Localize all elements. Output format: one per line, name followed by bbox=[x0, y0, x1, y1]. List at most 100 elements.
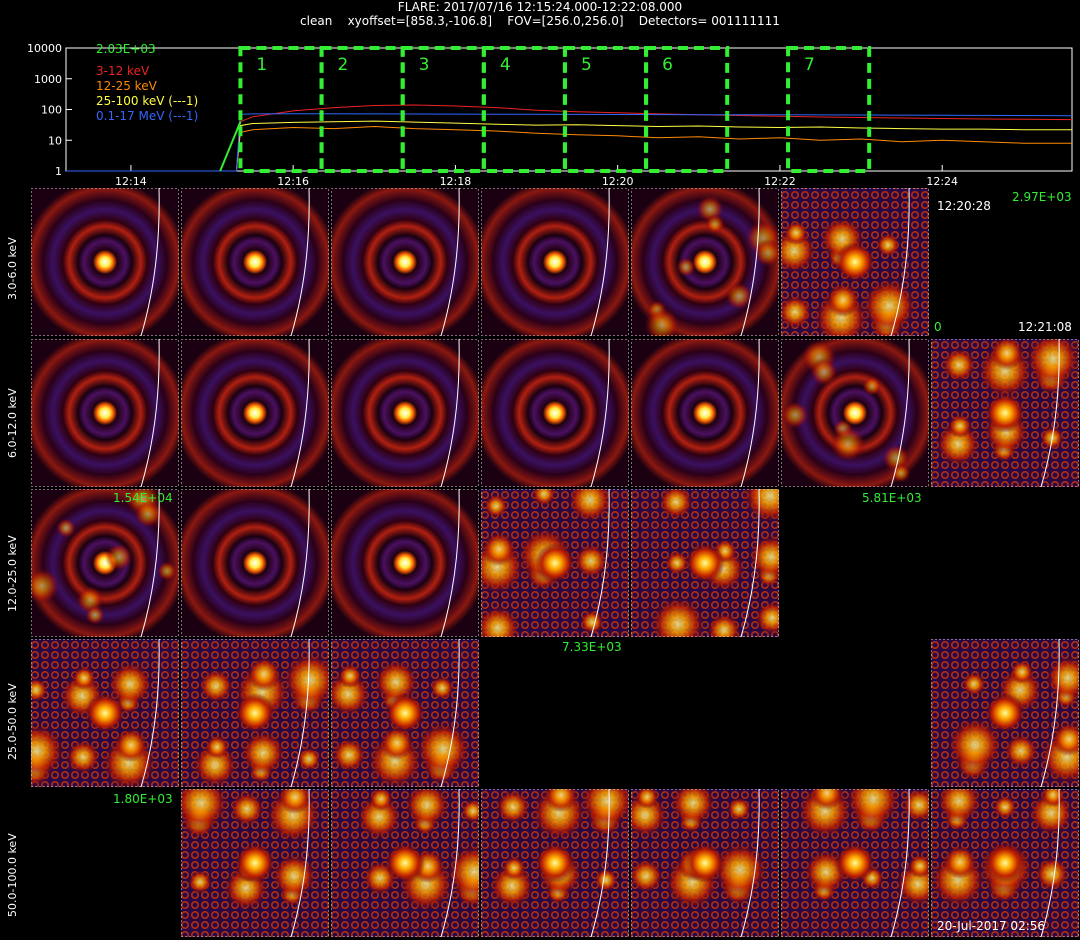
image-panel bbox=[181, 339, 329, 487]
peak-label-row3: 1.54E+04 bbox=[113, 491, 173, 505]
image-panel bbox=[481, 789, 629, 937]
image-panel bbox=[631, 188, 779, 336]
image-panel bbox=[181, 789, 329, 937]
panel-background bbox=[181, 489, 329, 637]
source-blob bbox=[902, 789, 929, 822]
noise-blob bbox=[105, 543, 133, 571]
panel-background bbox=[181, 188, 329, 336]
source-blob bbox=[942, 348, 976, 382]
image-panel bbox=[181, 489, 329, 637]
source-core bbox=[985, 693, 1025, 733]
source-core bbox=[835, 242, 875, 282]
source-blob bbox=[272, 854, 316, 898]
source-core bbox=[535, 543, 575, 583]
image-panel bbox=[631, 339, 779, 487]
source-blob bbox=[749, 535, 779, 579]
source-core bbox=[235, 843, 275, 883]
source-blob bbox=[1035, 857, 1069, 891]
source-blob bbox=[635, 789, 659, 809]
source-blob bbox=[332, 738, 366, 772]
source-blob bbox=[671, 789, 715, 825]
time-label-top: 12:20:28 bbox=[937, 199, 991, 213]
image-panel bbox=[31, 339, 179, 487]
image-panel bbox=[31, 188, 179, 336]
source-blob bbox=[416, 722, 470, 776]
noise-blob bbox=[862, 376, 882, 396]
image-panel bbox=[481, 489, 629, 637]
peak-label-row5: 1.80E+03 bbox=[113, 792, 173, 806]
time-label-small: 0 bbox=[934, 320, 942, 334]
panel-background bbox=[181, 339, 329, 487]
image-panel bbox=[331, 789, 479, 937]
source-core bbox=[985, 843, 1025, 883]
source-blob bbox=[199, 669, 233, 703]
noise-blob bbox=[644, 307, 680, 336]
image-panel bbox=[331, 339, 479, 487]
source-blob bbox=[948, 414, 972, 438]
row-label-4: 25.0-50.0 keV bbox=[6, 683, 19, 760]
noise-blob bbox=[85, 605, 105, 625]
image-panel bbox=[931, 339, 1079, 487]
source-blob bbox=[908, 854, 929, 878]
noise-blob bbox=[754, 239, 779, 267]
panel-background bbox=[481, 339, 629, 487]
source-blob bbox=[580, 610, 604, 634]
source-blob bbox=[784, 221, 808, 245]
source-blob bbox=[707, 613, 741, 637]
panel-background bbox=[481, 188, 629, 336]
source-blob bbox=[1010, 660, 1034, 684]
source-blob bbox=[31, 678, 48, 702]
image-panel bbox=[781, 339, 929, 487]
image-panel bbox=[331, 188, 479, 336]
row-label-5: 50.0-100.0 keV bbox=[6, 833, 19, 917]
source-blob bbox=[943, 845, 977, 879]
source-blob bbox=[962, 672, 986, 696]
source-blob bbox=[1026, 339, 1079, 386]
creation-timestamp: 20-Jul-2017 02:56 bbox=[937, 919, 1046, 933]
source-blob bbox=[574, 544, 608, 578]
image-panel bbox=[481, 339, 629, 487]
row-label-2: 6.0-12.0 keV bbox=[6, 388, 19, 458]
source-blob bbox=[502, 856, 526, 880]
source-core bbox=[535, 843, 575, 883]
panel-background bbox=[631, 339, 779, 487]
image-panel bbox=[781, 789, 929, 937]
noise-blob bbox=[781, 401, 809, 429]
noise-blob bbox=[56, 518, 76, 538]
source-blob bbox=[247, 657, 281, 691]
image-panel bbox=[331, 639, 479, 787]
source-blob bbox=[430, 676, 454, 700]
noise-blob bbox=[830, 426, 866, 462]
source-blob bbox=[205, 735, 229, 759]
source-core bbox=[685, 543, 725, 583]
source-blob bbox=[993, 795, 1017, 819]
source-blob bbox=[66, 740, 100, 774]
panel-background bbox=[331, 188, 479, 336]
noise-blob bbox=[676, 257, 696, 277]
source-blob bbox=[544, 789, 578, 812]
image-panel bbox=[781, 188, 929, 336]
source-blob bbox=[826, 283, 860, 317]
source-blob bbox=[241, 731, 285, 775]
panel-background bbox=[31, 188, 179, 336]
time-label-bottom: 12:21:08 bbox=[1018, 320, 1072, 334]
source-blob bbox=[1004, 734, 1038, 768]
source-blob bbox=[727, 797, 751, 821]
image-panel bbox=[331, 489, 479, 637]
peak-label-row1: 2.97E+03 bbox=[1012, 190, 1072, 204]
source-blob bbox=[659, 489, 693, 519]
source-blob bbox=[631, 859, 663, 893]
source-core bbox=[235, 693, 275, 733]
source-blob bbox=[482, 532, 516, 566]
panel-background bbox=[331, 489, 479, 637]
source-blob bbox=[990, 339, 1024, 370]
source-core bbox=[685, 843, 725, 883]
source-blob bbox=[781, 295, 812, 329]
source-blob bbox=[297, 747, 321, 771]
peak-label-row2: 5.81E+03 bbox=[862, 491, 922, 505]
image-panel bbox=[631, 789, 779, 937]
noise-blob bbox=[157, 561, 177, 581]
source-blob bbox=[755, 601, 779, 635]
source-blob bbox=[230, 792, 264, 826]
source-blob bbox=[114, 728, 148, 762]
